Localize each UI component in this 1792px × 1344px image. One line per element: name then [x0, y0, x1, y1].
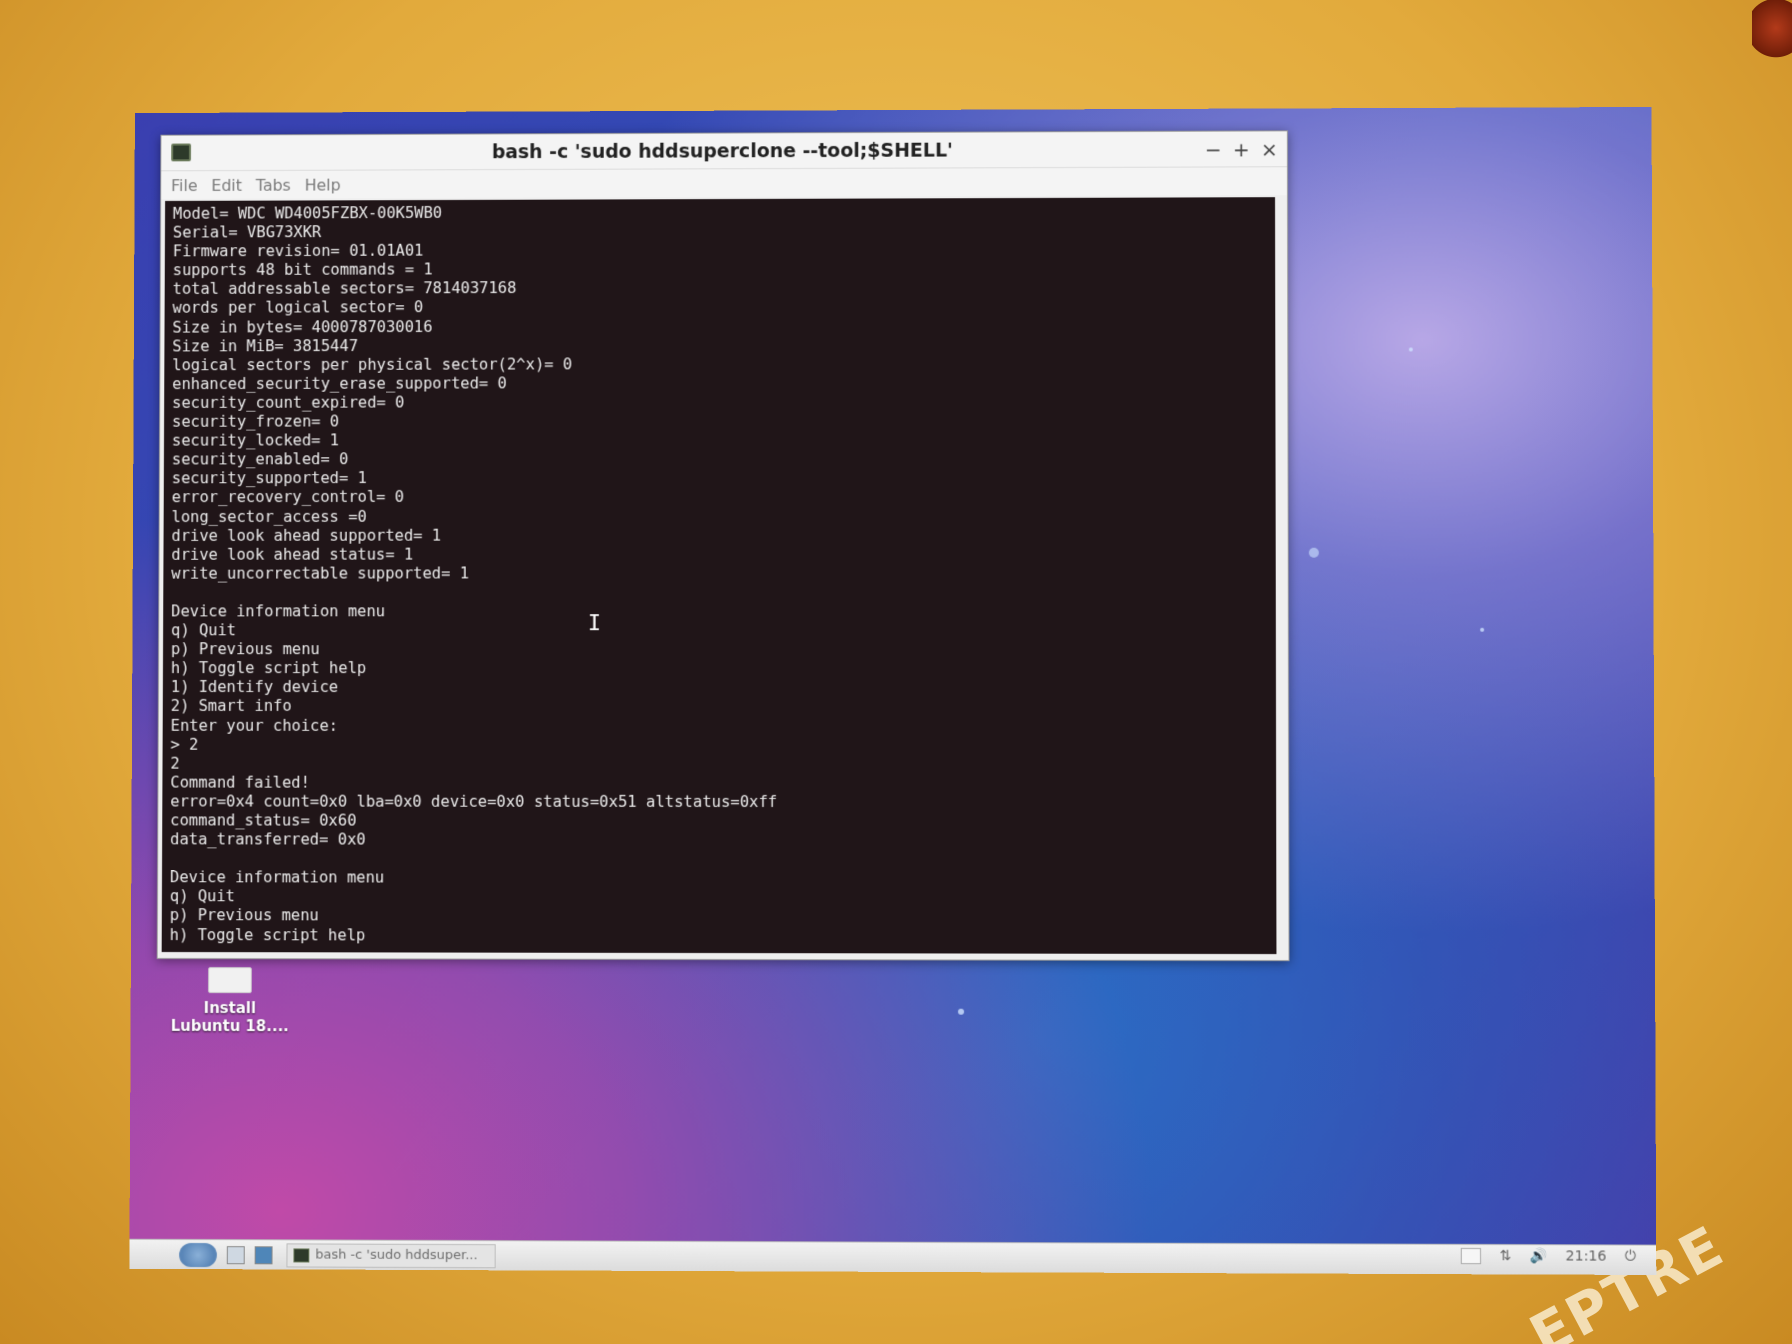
wallpaper-star	[1480, 627, 1485, 632]
terminal-task-icon	[293, 1247, 310, 1263]
desktop-icon-label-line2: Lubuntu 18....	[170, 1016, 289, 1036]
install-lubuntu-desktop-icon[interactable]: Install Lubuntu 18....	[170, 967, 289, 1035]
terminal-window[interactable]: bash -c 'sudo hddsuperclone --tool;$SHEL…	[156, 130, 1290, 962]
wallpaper-star	[958, 1008, 965, 1015]
menu-edit[interactable]: Edit	[211, 175, 242, 194]
desktop-screen: bash -c 'sudo hddsuperclone --tool;$SHEL…	[129, 106, 1657, 1276]
monitor-bezel: EPTRE bash -c 'sudo hddsuperclone --tool…	[0, 0, 1792, 1344]
window-controls: − + ×	[1205, 137, 1278, 162]
wallpaper-star	[1308, 547, 1319, 558]
window-titlebar[interactable]: bash -c 'sudo hddsuperclone --tool;$SHEL…	[161, 131, 1288, 172]
show-desktop-icon[interactable]	[226, 1245, 245, 1264]
close-button[interactable]: ×	[1261, 137, 1278, 161]
network-icon[interactable]: ⇅	[1500, 1248, 1512, 1264]
installer-icon	[208, 967, 252, 994]
window-title: bash -c 'sudo hddsuperclone --tool;$SHEL…	[491, 139, 953, 163]
desktop-icon-label-line1: Install	[203, 999, 257, 1018]
terminal-output[interactable]: Model= WDC WD4005FZBX-00K5WB0 Serial= VB…	[161, 197, 1277, 955]
power-led	[1752, 0, 1792, 70]
minimize-button[interactable]: −	[1205, 138, 1222, 162]
system-tray: ⇅ 🔊 21:16 ⏻	[1461, 1247, 1636, 1265]
menu-help[interactable]: Help	[305, 175, 341, 194]
menu-tabs[interactable]: Tabs	[256, 175, 291, 194]
file-manager-icon[interactable]	[254, 1245, 273, 1264]
workspace-switcher[interactable]	[1461, 1247, 1482, 1265]
menu-file[interactable]: File	[171, 176, 198, 195]
maximize-button[interactable]: +	[1233, 137, 1250, 161]
clock[interactable]: 21:16	[1566, 1248, 1607, 1264]
text-cursor-icon: I	[587, 611, 602, 637]
terminal-text: Model= WDC WD4005FZBX-00K5WB0 Serial= VB…	[169, 203, 778, 944]
power-icon[interactable]: ⏻	[1625, 1249, 1636, 1265]
taskbar: bash -c 'sudo hddsuper... ⇅ 🔊 21:16 ⏻	[129, 1238, 1657, 1276]
volume-icon[interactable]: 🔊	[1530, 1248, 1548, 1264]
menubar: File Edit Tabs Help	[161, 167, 1288, 199]
terminal-app-icon	[171, 143, 192, 162]
taskbar-task-terminal[interactable]: bash -c 'sudo hddsuper...	[286, 1242, 496, 1268]
wallpaper-star	[1408, 347, 1413, 352]
task-label: bash -c 'sudo hddsuper...	[315, 1247, 478, 1264]
start-menu-button[interactable]	[179, 1242, 217, 1267]
